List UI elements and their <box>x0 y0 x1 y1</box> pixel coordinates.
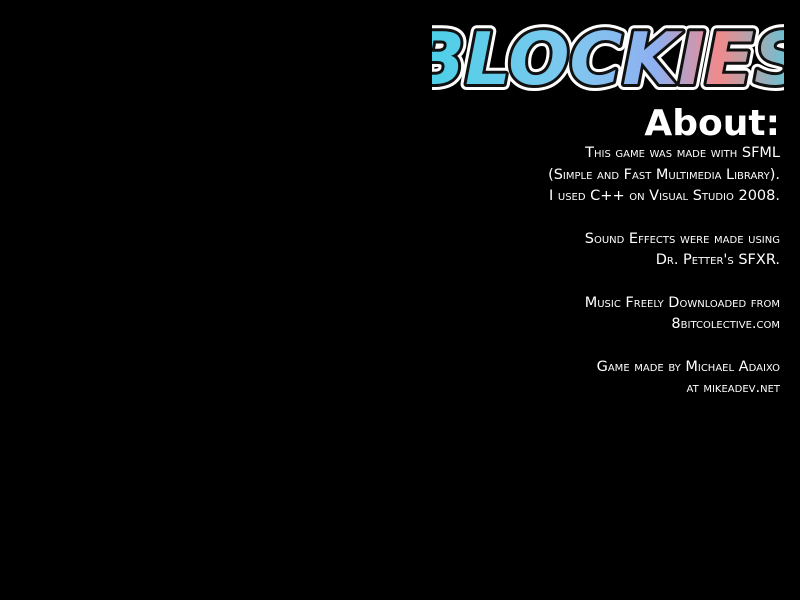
credits-line: Dr. Petter's SFXR. <box>655 252 780 268</box>
logo-wordmark-fill: BLOCKIES <box>432 17 784 98</box>
credits-paragraph-music: Music Freely Downloaded from 8bitcolecti… <box>400 293 780 336</box>
credits-line: Game made by Michael Adaixo <box>596 358 780 375</box>
credits-paragraph-sound: Sound Effects were made using Dr. Petter… <box>400 229 780 272</box>
credits-line: 8bitcolective.com <box>671 316 780 332</box>
credits-paragraph-author: Game made by Michael Adaixo at mikeadev.… <box>400 357 780 400</box>
credits-line: Music Freely Downloaded from <box>584 294 780 311</box>
credits-line: (Simple and Fast Multimedia Library). <box>548 166 780 183</box>
about-credits: This game was made with SFML (Simple and… <box>400 143 780 421</box>
credits-paragraph-sfml: This game was made with SFML (Simple and… <box>400 143 780 208</box>
about-screen: BLOCKIES BLOCKIES BLOCKIES About: This g… <box>0 0 800 600</box>
credits-line: Sound Effects were made using <box>584 230 780 247</box>
credits-line: I used C++ on Visual Studio 2008. <box>548 188 780 204</box>
credits-line: This game was made with SFML <box>585 145 780 161</box>
blockies-logo: BLOCKIES BLOCKIES BLOCKIES <box>432 14 784 98</box>
credits-line: at mikeadev.net <box>686 380 780 396</box>
